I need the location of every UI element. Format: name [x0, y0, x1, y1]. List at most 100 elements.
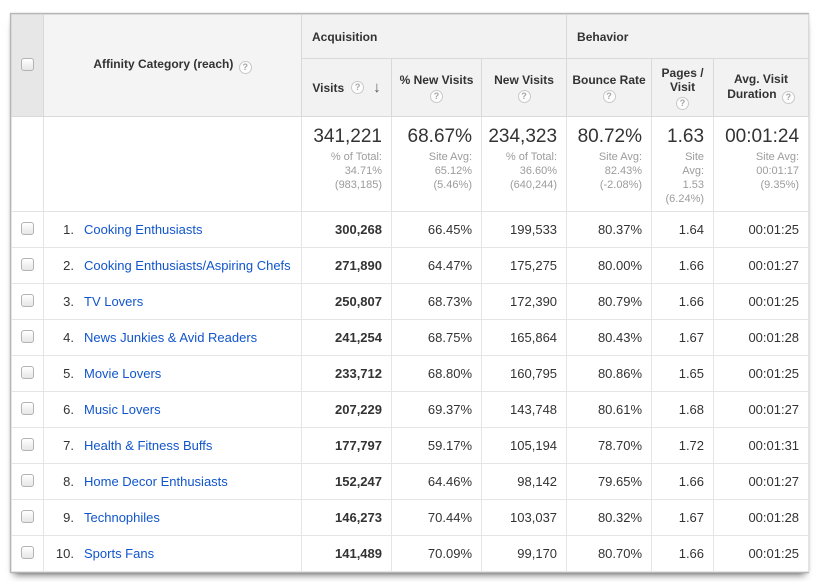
summary-avg-visit-duration: 00:01:24 Site Avg: 00:01:17 (9.35%)	[714, 117, 809, 212]
summary-subtext: % of Total: 34.71% (983,185)	[304, 150, 382, 192]
visits-cell: 146,273	[302, 500, 392, 536]
new-visits-cell: 160,795	[482, 356, 567, 392]
pct-new-visits-cell: 69.37%	[392, 392, 482, 428]
new-visits-cell: 172,390	[482, 284, 567, 320]
row-checkbox-cell	[12, 212, 44, 248]
table-row: 8.Home Decor Enthusiasts 152,247 64.46% …	[12, 464, 809, 500]
bounce-rate-cell: 80.70%	[567, 536, 652, 572]
pct-new-visits-cell: 64.46%	[392, 464, 482, 500]
bounce-rate-cell: 80.79%	[567, 284, 652, 320]
bounce-rate-cell: 80.32%	[567, 500, 652, 536]
category-cell: 2. Cooking Enthusiasts/Aspiring Chefs	[44, 248, 302, 284]
avg-visit-duration-cell: 00:01:27	[714, 248, 809, 284]
category-link[interactable]: Movie Lovers	[84, 366, 161, 381]
table-row: 7.Health & Fitness Buffs 177,797 59.17% …	[12, 428, 809, 464]
help-icon[interactable]: ?	[782, 91, 795, 104]
sort-desc-icon: ↓	[373, 79, 381, 96]
row-rank: 4.	[44, 330, 74, 345]
category-cell: 4. News Junkies & Avid Readers	[44, 320, 302, 356]
row-checkbox[interactable]	[21, 510, 34, 523]
row-checkbox[interactable]	[21, 438, 34, 451]
avg-visit-duration-cell: 00:01:27	[714, 464, 809, 500]
new-visits-cell: 143,748	[482, 392, 567, 428]
category-link[interactable]: Health & Fitness Buffs	[84, 438, 212, 453]
column-header-pages-visit[interactable]: Pages / Visit ?	[652, 59, 714, 117]
row-rank: 9.	[44, 510, 74, 525]
category-cell: 6.Music Lovers	[44, 392, 302, 428]
column-label: Bounce Rate	[569, 73, 649, 87]
help-icon[interactable]: ?	[239, 61, 252, 74]
row-checkbox[interactable]	[21, 474, 34, 487]
avg-visit-duration-cell: 00:01:28	[714, 500, 809, 536]
visits-cell: 271,890	[302, 248, 392, 284]
group-header-behavior: Behavior	[567, 15, 809, 59]
summary-checkbox-cell	[12, 117, 44, 212]
help-icon[interactable]: ?	[518, 90, 531, 103]
table-row: 2. Cooking Enthusiasts/Aspiring Chefs 271…	[12, 248, 809, 284]
column-header-avg-visit-duration[interactable]: Avg. Visit Duration ?	[714, 59, 809, 117]
summary-row: 341,221 % of Total: 34.71% (983,185) 68.…	[12, 117, 809, 212]
group-label: Behavior	[577, 30, 628, 44]
category-link[interactable]: Technophiles	[84, 510, 160, 525]
row-rank: 2.	[44, 258, 74, 273]
column-header-visits[interactable]: Visits ? ↓	[302, 59, 392, 117]
category-link[interactable]: TV Lovers	[84, 294, 143, 309]
column-label: Pages / Visit	[654, 66, 711, 94]
row-rank: 10.	[44, 546, 74, 561]
row-checkbox[interactable]	[21, 546, 34, 559]
column-header-new-visits[interactable]: New Visits ?	[482, 59, 567, 117]
help-icon[interactable]: ?	[603, 90, 616, 103]
row-checkbox-cell	[12, 356, 44, 392]
pct-new-visits-cell: 64.47%	[392, 248, 482, 284]
summary-category-cell	[44, 117, 302, 212]
category-link[interactable]: Sports Fans	[84, 546, 154, 561]
category-cell: 1.Cooking Enthusiasts	[44, 212, 302, 248]
help-icon[interactable]: ?	[351, 81, 364, 94]
bounce-rate-cell: 78.70%	[567, 428, 652, 464]
new-visits-cell: 105,194	[482, 428, 567, 464]
pages-visit-cell: 1.72	[652, 428, 714, 464]
pages-visit-cell: 1.66	[652, 464, 714, 500]
visits-cell: 207,229	[302, 392, 392, 428]
help-icon[interactable]: ?	[430, 90, 443, 103]
category-link[interactable]: News Junkies & Avid Readers	[84, 330, 257, 345]
row-checkbox[interactable]	[21, 222, 34, 235]
row-checkbox-cell	[12, 392, 44, 428]
row-checkbox-cell	[12, 464, 44, 500]
pct-new-visits-cell: 70.09%	[392, 536, 482, 572]
row-checkbox-cell	[12, 500, 44, 536]
summary-subtext: Site Avg: 65.12% (5.46%)	[394, 150, 472, 192]
affinity-category-table: Affinity Category (reach) ? Acquisition …	[11, 14, 809, 572]
row-checkbox[interactable]	[21, 402, 34, 415]
help-icon[interactable]: ?	[676, 97, 689, 110]
row-checkbox[interactable]	[21, 366, 34, 379]
category-link[interactable]: Cooking Enthusiasts/Aspiring Chefs	[84, 258, 291, 273]
summary-pct-new-visits: 68.67% Site Avg: 65.12% (5.46%)	[392, 117, 482, 212]
row-checkbox-cell	[12, 428, 44, 464]
row-rank: 7.	[44, 438, 74, 453]
pct-new-visits-cell: 68.73%	[392, 284, 482, 320]
category-link[interactable]: Home Decor Enthusiasts	[84, 474, 228, 489]
row-checkbox[interactable]	[21, 330, 34, 343]
table-row: 5.Movie Lovers 233,712 68.80% 160,795 80…	[12, 356, 809, 392]
summary-value: 00:01:24	[716, 126, 799, 148]
category-link[interactable]: Music Lovers	[84, 402, 161, 417]
row-checkbox[interactable]	[21, 294, 34, 307]
select-all-checkbox[interactable]	[21, 58, 34, 71]
row-checkbox[interactable]	[21, 258, 34, 271]
pages-visit-cell: 1.66	[652, 536, 714, 572]
bounce-rate-cell: 80.86%	[567, 356, 652, 392]
category-link[interactable]: Cooking Enthusiasts	[84, 222, 203, 237]
column-header-bounce-rate[interactable]: Bounce Rate ?	[567, 59, 652, 117]
bounce-rate-cell: 79.65%	[567, 464, 652, 500]
summary-value: 80.72%	[569, 126, 642, 148]
table-row: 1.Cooking Enthusiasts 300,268 66.45% 199…	[12, 212, 809, 248]
summary-new-visits: 234,323 % of Total: 36.60% (640,244)	[482, 117, 567, 212]
column-header-pct-new-visits[interactable]: % New Visits ?	[392, 59, 482, 117]
select-all-cell	[12, 15, 44, 117]
table-row: 3.TV Lovers 250,807 68.73% 172,390 80.79…	[12, 284, 809, 320]
column-label: New Visits	[484, 73, 564, 87]
avg-visit-duration-cell: 00:01:25	[714, 536, 809, 572]
column-label: % New Visits	[394, 73, 479, 87]
table-body: 341,221 % of Total: 34.71% (983,185) 68.…	[12, 117, 809, 572]
